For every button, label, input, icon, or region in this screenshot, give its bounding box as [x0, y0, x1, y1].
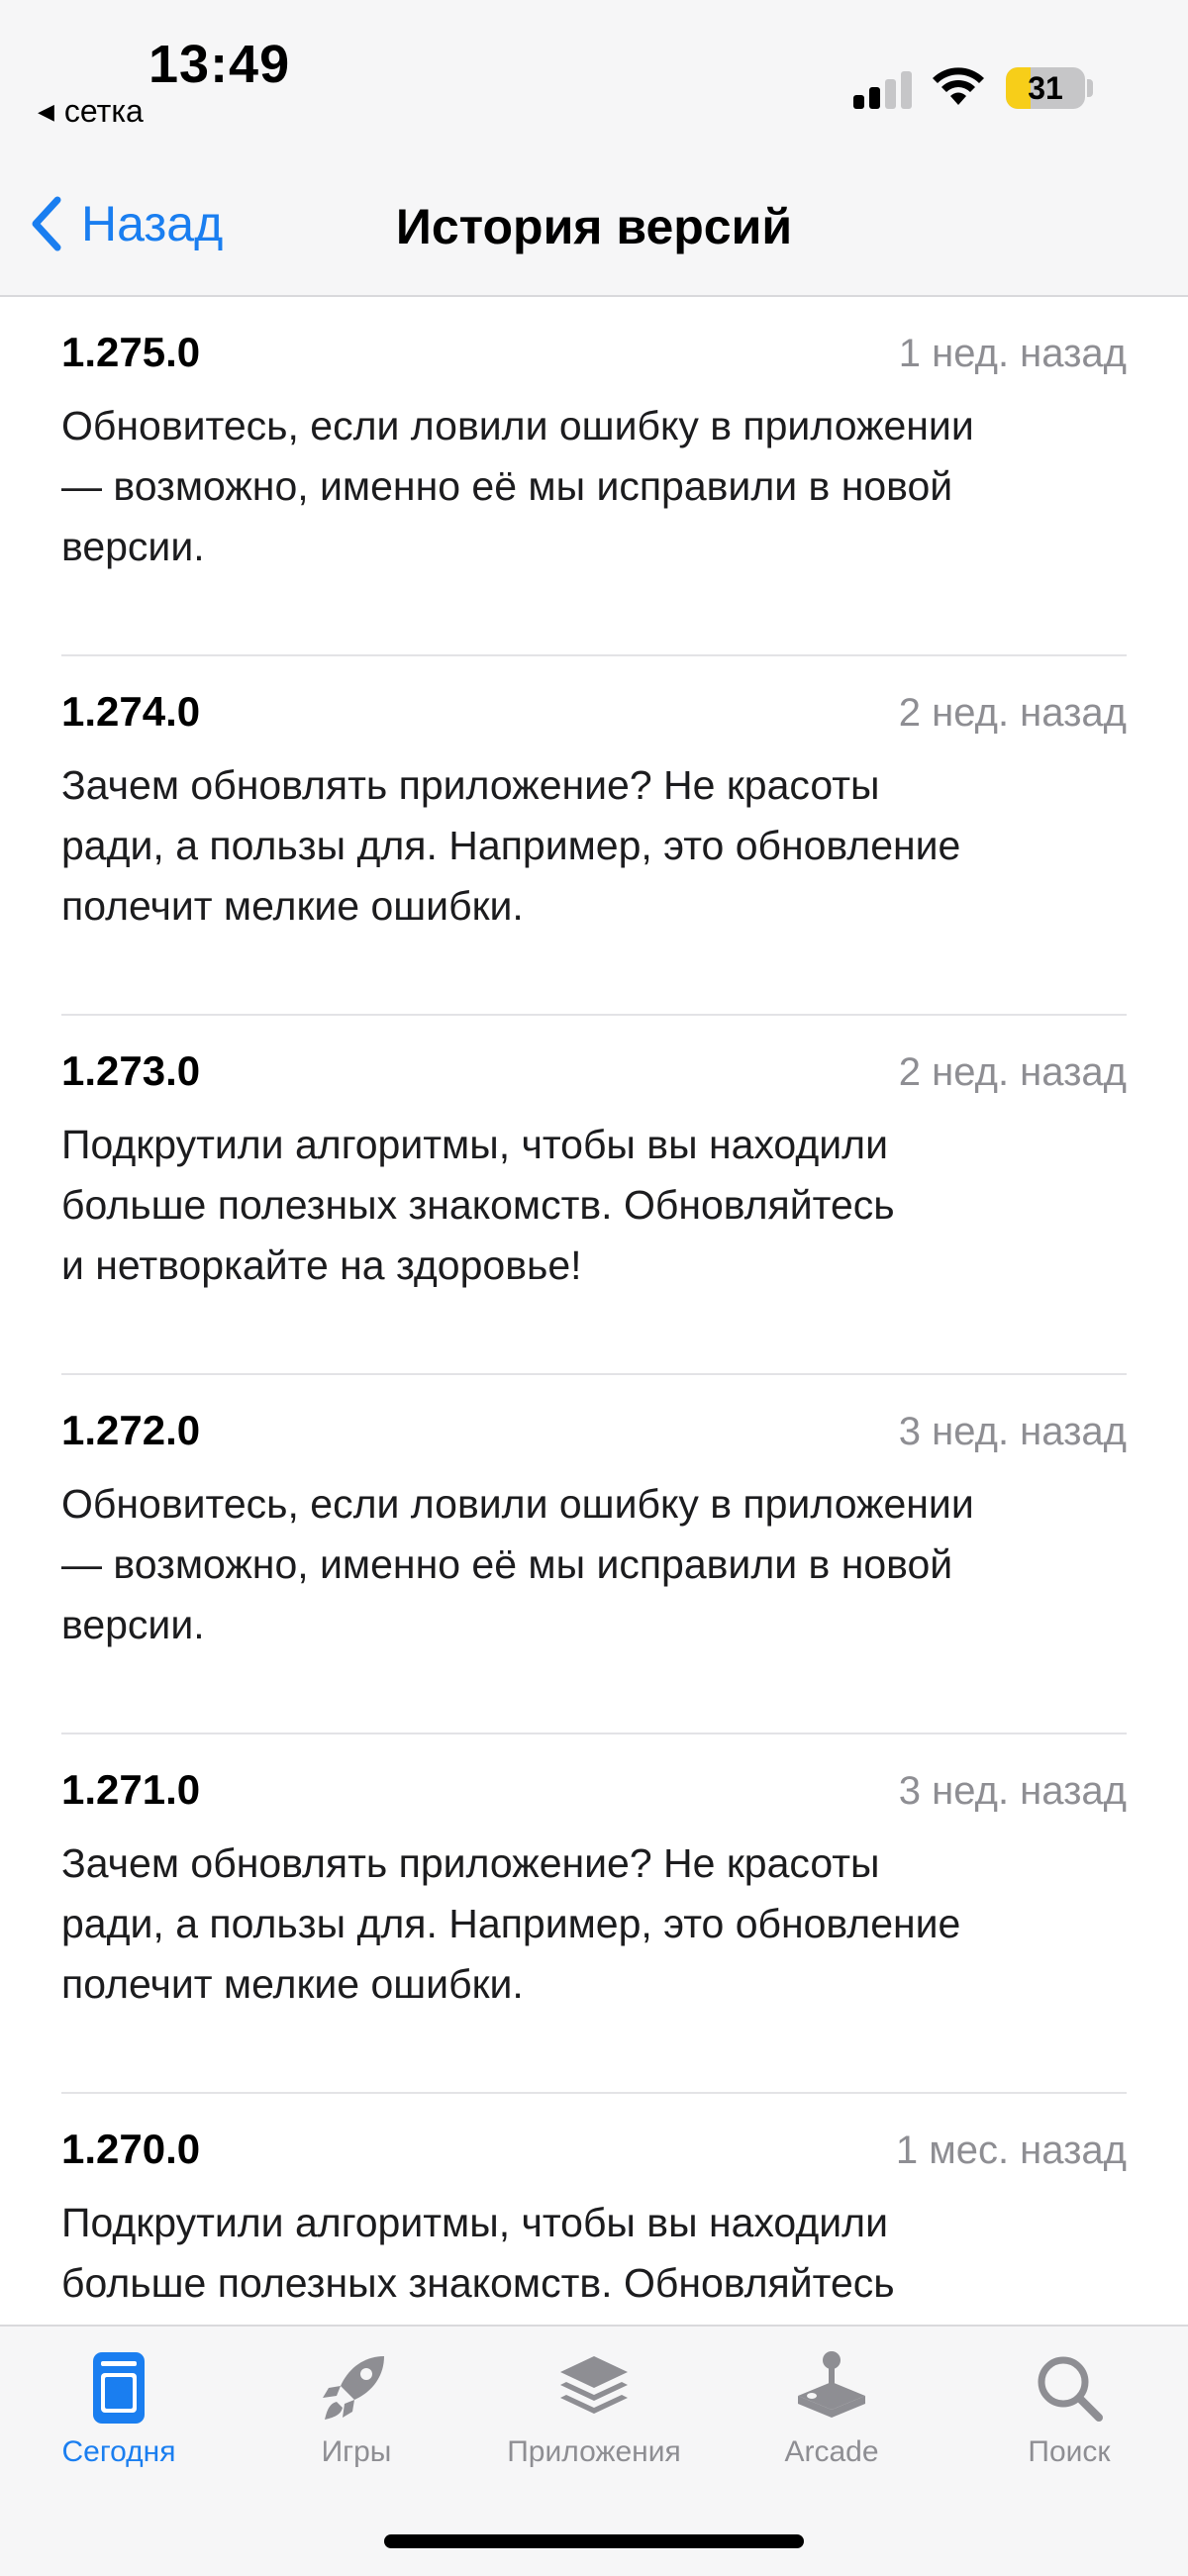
version-number: 1.271.0 — [61, 1766, 201, 1813]
today-icon — [93, 2352, 145, 2424]
tab-games[interactable]: Игры — [238, 2346, 475, 2469]
release-notes: Подкрутили алгоритмы, чтобы вы находили … — [61, 1122, 895, 1288]
version-entry: 1.273.0 2 нед. назад Подкрутили алгоритм… — [0, 1016, 1188, 1375]
back-app-label: сетка — [63, 93, 144, 129]
version-number: 1.270.0 — [61, 2126, 201, 2172]
release-notes: Зачем обновлять приложение? Не красоты р… — [61, 1840, 961, 2007]
release-notes: Обновитесь, если ловили ошибку в приложе… — [61, 403, 974, 569]
version-history-list[interactable]: 1.275.0 1 нед. назад Обновитесь, если ло… — [0, 297, 1188, 2325]
tab-apps[interactable]: Приложения — [475, 2346, 713, 2469]
tab-label: Игры — [321, 2435, 392, 2468]
version-date: 3 нед. назад — [898, 1769, 1127, 1813]
release-notes: Подкрутили алгоритмы, чтобы вы находили … — [61, 2200, 895, 2306]
version-entry: 1.275.0 1 нед. назад Обновитесь, если ло… — [0, 297, 1188, 656]
home-indicator[interactable] — [384, 2534, 804, 2548]
joystick-icon — [798, 2351, 865, 2418]
battery-tip — [1087, 79, 1093, 97]
version-date: 2 нед. назад — [898, 1050, 1127, 1094]
page-title: История версий — [395, 199, 793, 254]
search-icon — [1038, 2356, 1103, 2422]
cellular-signal-icon — [853, 69, 913, 109]
version-number: 1.275.0 — [61, 329, 201, 375]
rocket-icon — [323, 2356, 384, 2420]
tab-label: Поиск — [1028, 2435, 1111, 2468]
battery-indicator: 31 — [1006, 67, 1085, 109]
layers-icon — [560, 2356, 628, 2414]
version-entry: 1.270.0 1 мес. назад Подкрутили алгоритм… — [0, 2094, 1188, 2325]
version-date: 3 нед. назад — [898, 1410, 1127, 1453]
version-date: 1 мес. назад — [895, 2129, 1127, 2172]
battery-percent: 31 — [1028, 69, 1063, 106]
version-number: 1.274.0 — [61, 688, 201, 735]
back-to-app[interactable]: ◀ сетка — [38, 93, 144, 130]
version-entry: 1.274.0 2 нед. назад Зачем обновлять при… — [0, 656, 1188, 1016]
release-notes: Зачем обновлять приложение? Не красоты р… — [61, 762, 961, 929]
release-notes: Обновитесь, если ловили ошибку в приложе… — [61, 1481, 974, 1647]
tab-search[interactable]: Поиск — [950, 2346, 1188, 2469]
version-entry: 1.271.0 3 нед. назад Зачем обновлять при… — [0, 1734, 1188, 2094]
wifi-icon — [933, 67, 984, 105]
app-screen: 13:49 ◀ сетка 31 Назад История версий 1.… — [0, 0, 1188, 2576]
version-date: 1 нед. назад — [898, 332, 1127, 375]
tab-arcade[interactable]: Arcade — [713, 2346, 950, 2469]
status-time: 13:49 — [148, 35, 291, 94]
version-date: 2 нед. назад — [898, 691, 1127, 735]
top-bar: 13:49 ◀ сетка 31 Назад История версий — [0, 0, 1188, 297]
tab-label: Сегодня — [61, 2435, 176, 2468]
version-entry: 1.272.0 3 нед. назад Обновитесь, если ло… — [0, 1375, 1188, 1734]
version-number: 1.273.0 — [61, 1047, 201, 1094]
version-number: 1.272.0 — [61, 1407, 201, 1453]
tab-today[interactable]: Сегодня — [0, 2346, 238, 2469]
tab-label: Arcade — [784, 2435, 879, 2468]
back-triangle-icon: ◀ — [38, 98, 54, 124]
tab-label: Приложения — [507, 2435, 681, 2468]
